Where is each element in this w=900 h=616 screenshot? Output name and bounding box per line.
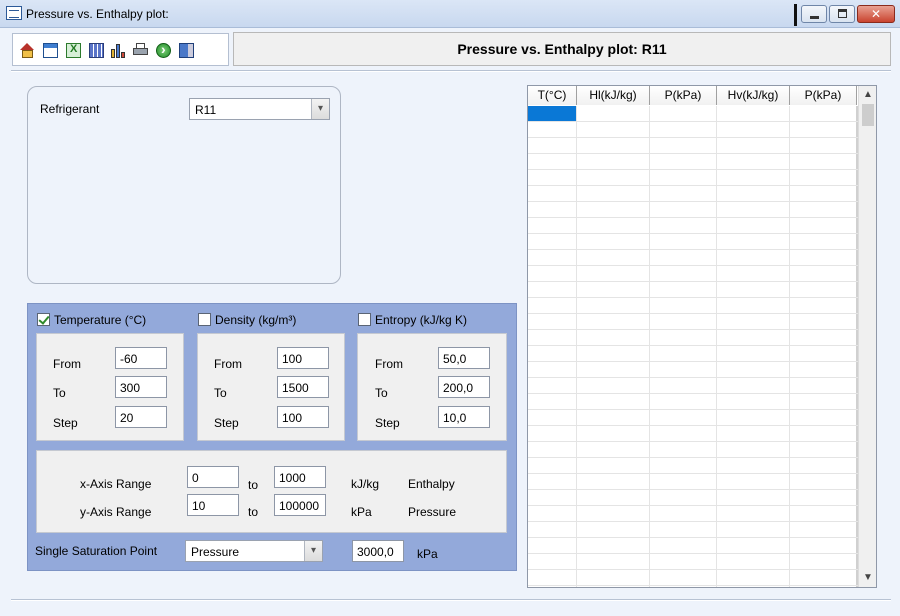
y-axis-from-input[interactable]: 10 — [187, 494, 239, 516]
close-button[interactable]: ✕ — [857, 5, 895, 23]
title-bar: Pressure vs. Enthalpy plot: ✕ — [0, 0, 900, 28]
density-to-input[interactable]: 1500 — [277, 376, 329, 398]
refrigerant-label: Refrigerant — [40, 102, 100, 116]
saturation-mode-select[interactable]: Pressure ▾ — [185, 540, 323, 562]
x-axis-from-input[interactable]: 0 — [187, 466, 239, 488]
grid-header: T(°C) Hl(kJ/kg) P(kPa) Hv(kJ/kg) P(kPa) — [528, 86, 857, 105]
saturation-point-label: Single Saturation Point — [35, 544, 158, 558]
go-icon[interactable] — [156, 41, 171, 58]
entropy-from-label: From — [375, 357, 403, 371]
column-header-temperature[interactable]: T(°C) — [528, 86, 577, 105]
axis-range-box: x-Axis Range 0 to 1000 kJ/kg Enthalpy y-… — [36, 450, 507, 533]
entropy-from-input[interactable]: 50,0 — [438, 347, 490, 369]
temperature-range-box: From -60 To 300 Step 20 — [36, 333, 184, 441]
x-axis-to-label: to — [248, 478, 259, 492]
temperature-from-input[interactable]: -60 — [115, 347, 167, 369]
refrigerant-value: R11 — [195, 103, 217, 117]
entropy-range-box: From 50,0 To 200,0 Step 10,0 — [357, 333, 507, 441]
refrigerant-select[interactable]: R11 ▾ — [189, 98, 330, 120]
temperature-to-label: To — [53, 386, 66, 400]
column-header-liquid-enthalpy[interactable]: Hl(kJ/kg) — [577, 86, 650, 105]
app-window-icon — [6, 6, 22, 20]
scroll-thumb[interactable] — [862, 104, 874, 126]
top-divider — [11, 70, 891, 72]
saturation-value-input[interactable]: 3000,0 — [352, 540, 404, 562]
column-header-vapor-enthalpy[interactable]: Hv(kJ/kg) — [717, 86, 790, 105]
temperature-to-input[interactable]: 300 — [115, 376, 167, 398]
temperature-from-label: From — [53, 357, 81, 371]
calculator-icon[interactable] — [89, 43, 104, 58]
temperature-label: Temperature (°C) — [54, 313, 147, 327]
scroll-down-icon[interactable]: ▼ — [859, 570, 876, 586]
toolbar — [12, 33, 229, 66]
entropy-step-label: Step — [375, 416, 400, 430]
saturation-mode-value: Pressure — [191, 545, 240, 559]
x-axis-to-input[interactable]: 1000 — [274, 466, 326, 488]
maximize-icon — [838, 9, 847, 18]
close-icon: ✕ — [870, 7, 882, 21]
temperature-step-input[interactable]: 20 — [115, 406, 167, 428]
excel-export-icon[interactable] — [66, 43, 81, 58]
y-axis-unit: kPa — [351, 505, 372, 519]
y-axis-quantity: Pressure — [408, 505, 457, 519]
x-axis-quantity: Enthalpy — [408, 477, 455, 491]
entropy-step-input[interactable]: 10,0 — [438, 406, 490, 428]
y-axis-to-input[interactable]: 100000 — [274, 494, 326, 516]
refrigerant-group: Refrigerant R11 ▾ — [27, 86, 341, 284]
column-header-pressure-vapor[interactable]: P(kPa) — [790, 86, 857, 105]
minimize-icon — [810, 16, 819, 19]
grid-area: T(°C) Hl(kJ/kg) P(kPa) Hv(kJ/kg) P(kPa) — [528, 86, 858, 587]
column-header-pressure-liquid[interactable]: P(kPa) — [650, 86, 717, 105]
vertical-scrollbar[interactable]: ▲ ▼ — [858, 86, 876, 587]
saturation-unit: kPa — [417, 547, 438, 561]
density-from-input[interactable]: 100 — [277, 347, 329, 369]
chevron-down-icon[interactable]: ▾ — [304, 541, 322, 561]
density-label: Density (kg/m³) — [215, 313, 297, 327]
window-title: Pressure vs. Enthalpy plot: — [26, 7, 169, 21]
window-icon[interactable] — [43, 43, 58, 58]
entropy-to-label: To — [375, 386, 388, 400]
entropy-checkbox[interactable] — [358, 313, 371, 326]
maximize-button[interactable] — [829, 5, 855, 23]
temperature-checkbox[interactable] — [37, 313, 50, 326]
chevron-down-icon[interactable]: ▾ — [311, 99, 329, 119]
print-icon[interactable] — [133, 43, 148, 58]
temperature-step-label: Step — [53, 416, 78, 430]
chart-icon[interactable] — [111, 43, 126, 58]
range-settings-panel: Temperature (°C) Density (kg/m³) Entropy… — [27, 303, 517, 571]
exit-icon[interactable] — [179, 43, 194, 58]
density-step-label: Step — [214, 416, 239, 430]
density-checkbox[interactable] — [198, 313, 211, 326]
y-axis-range-label: y-Axis Range — [80, 505, 152, 519]
density-to-label: To — [214, 386, 227, 400]
results-grid[interactable]: T(°C) Hl(kJ/kg) P(kPa) Hv(kJ/kg) P(kPa) … — [527, 85, 877, 588]
selected-cell[interactable] — [528, 106, 576, 121]
grid-body[interactable] — [528, 106, 858, 587]
entropy-to-input[interactable]: 200,0 — [438, 376, 490, 398]
x-axis-unit: kJ/kg — [351, 477, 380, 491]
minimize-button[interactable] — [801, 5, 827, 23]
page-title: Pressure vs. Enthalpy plot: R11 — [457, 41, 667, 57]
y-axis-to-label: to — [248, 505, 259, 519]
density-step-input[interactable]: 100 — [277, 406, 329, 428]
title-divider — [794, 4, 797, 26]
x-axis-range-label: x-Axis Range — [80, 477, 152, 491]
scroll-up-icon[interactable]: ▲ — [859, 87, 876, 103]
header-panel: Pressure vs. Enthalpy plot: R11 — [233, 32, 891, 66]
density-range-box: From 100 To 1500 Step 100 — [197, 333, 345, 441]
density-from-label: From — [214, 357, 242, 371]
bottom-divider — [11, 599, 891, 601]
home-icon[interactable] — [20, 43, 35, 58]
entropy-label: Entropy (kJ/kg K) — [375, 313, 468, 327]
